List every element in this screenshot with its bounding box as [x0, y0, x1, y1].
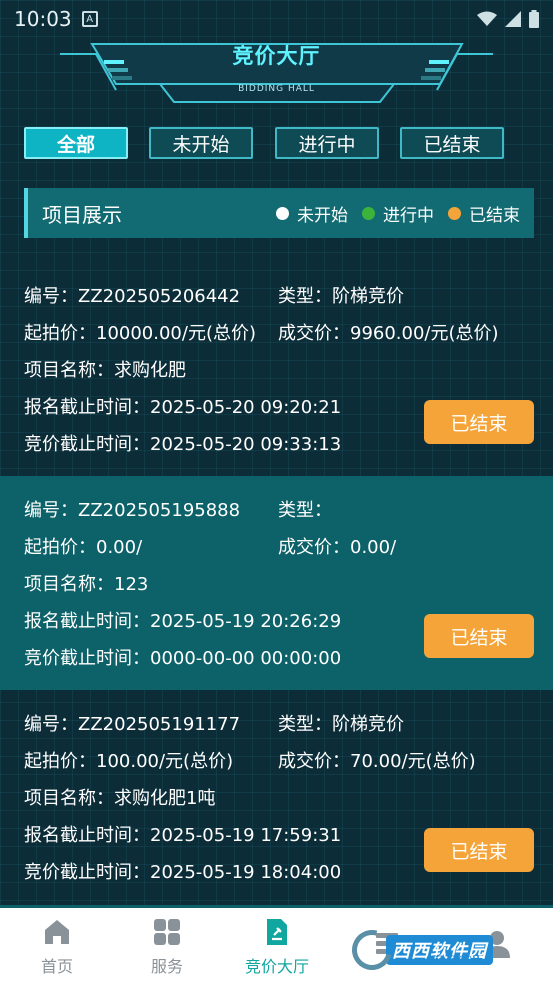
start-price: 起拍价：100.00/元(总价) — [24, 751, 234, 772]
watermark-logo-icon — [344, 922, 400, 978]
project-name: 项目名称：求购化肥1吨 — [24, 788, 216, 809]
status-time: 10:03 — [14, 7, 72, 31]
signup-deadline: 报名截止时间：2025-05-19 20:26:29 — [24, 611, 342, 632]
project-type: 类型：阶梯竞价 — [278, 286, 404, 307]
project-name: 项目名称：求购化肥 — [24, 360, 186, 381]
legend-item-in-progress: 进行中 — [362, 201, 434, 226]
home-icon — [45, 920, 69, 944]
project-legend-bar: 项目展示 未开始 进行中 已结束 — [24, 188, 534, 238]
tab-ended[interactable]: 已结束 — [400, 127, 504, 159]
project-id: 编号：ZZ202505206442 — [24, 286, 241, 307]
tab-in-progress[interactable]: 进行中 — [275, 127, 379, 159]
wifi-icon — [477, 11, 497, 26]
deal-price: 成交价：70.00/元(总价) — [278, 751, 476, 772]
nav-label-home: 首页 — [40, 957, 73, 976]
notification-a-icon: A — [81, 11, 98, 27]
bid-deadline: 竞价截止时间：0000-00-00 00:00:00 — [24, 648, 342, 669]
page-title: 竞价大厅 — [232, 44, 321, 68]
bid-deadline: 竞价截止时间：2025-05-19 18:04:00 — [24, 862, 342, 883]
start-price: 起拍价：0.00/ — [24, 537, 143, 558]
legend-items: 未开始 进行中 已结束 — [276, 201, 534, 226]
nav-label-service: 服务 — [150, 957, 183, 976]
white-dot-icon — [276, 206, 289, 220]
project-id: 编号：ZZ202505195888 — [24, 500, 241, 521]
start-price: 起拍价：10000.00/元(总价) — [24, 323, 256, 344]
nav-label-bidding-hall: 竞价大厅 — [244, 957, 309, 976]
legend-label: 已结束 — [469, 205, 520, 226]
project-card[interactable]: 编号：ZZ202505191177 类型：阶梯竞价 起拍价：100.00/元(总… — [0, 690, 553, 904]
page-subtitle: BIDDING HALL — [238, 84, 315, 94]
orange-dot-icon — [448, 206, 461, 220]
signal-icon — [505, 11, 521, 27]
legend-label: 进行中 — [383, 205, 434, 226]
nav-item-bidding-hall[interactable]: 竞价大厅 — [222, 908, 332, 986]
watermark-sub: CR173.COM — [426, 955, 480, 965]
grid-icon — [154, 919, 180, 945]
status-bar: 10:03 A — [0, 0, 553, 38]
signup-deadline: 报名截止时间：2025-05-19 17:59:31 — [24, 825, 342, 846]
filter-tabs: 全部 未开始 进行中 已结束 — [24, 127, 504, 159]
nav-item-service[interactable]: 服务 — [112, 908, 222, 986]
status-ended-button[interactable]: 已结束 — [424, 828, 534, 872]
legend-title: 项目展示 — [42, 202, 122, 227]
nav-item-home[interactable]: 首页 — [2, 908, 112, 986]
tab-all[interactable]: 全部 — [24, 127, 128, 159]
signup-deadline: 报名截止时间：2025-05-20 09:20:21 — [24, 397, 342, 418]
project-id: 编号：ZZ202505191177 — [24, 714, 241, 735]
status-ended-button[interactable]: 已结束 — [424, 614, 534, 658]
project-type: 类型：阶梯竞价 — [278, 714, 404, 735]
bid-deadline: 竞价截止时间：2025-05-20 09:33:13 — [24, 434, 342, 455]
green-dot-icon — [362, 206, 375, 220]
document-icon — [267, 919, 287, 945]
tab-not-started[interactable]: 未开始 — [149, 127, 253, 159]
project-card[interactable]: 编号：ZZ202505195888 类型： 起拍价：0.00/ 成交价：0.00… — [0, 476, 553, 690]
legend-item-ended: 已结束 — [448, 201, 520, 226]
watermark: 西西软件园 CR173.COM — [344, 922, 542, 978]
project-type: 类型： — [278, 500, 332, 521]
project-card[interactable]: 编号：ZZ202505206442 类型：阶梯竞价 起拍价：10000.00/元… — [0, 262, 553, 476]
legend-item-not-started: 未开始 — [276, 201, 348, 226]
battery-icon — [529, 10, 539, 28]
deal-price: 成交价：9960.00/元(总价) — [278, 323, 499, 344]
legend-label: 未开始 — [297, 205, 348, 226]
project-name: 项目名称：123 — [24, 574, 149, 595]
status-ended-button[interactable]: 已结束 — [424, 400, 534, 444]
deal-price: 成交价：0.00/ — [278, 537, 397, 558]
status-icons — [477, 10, 539, 28]
